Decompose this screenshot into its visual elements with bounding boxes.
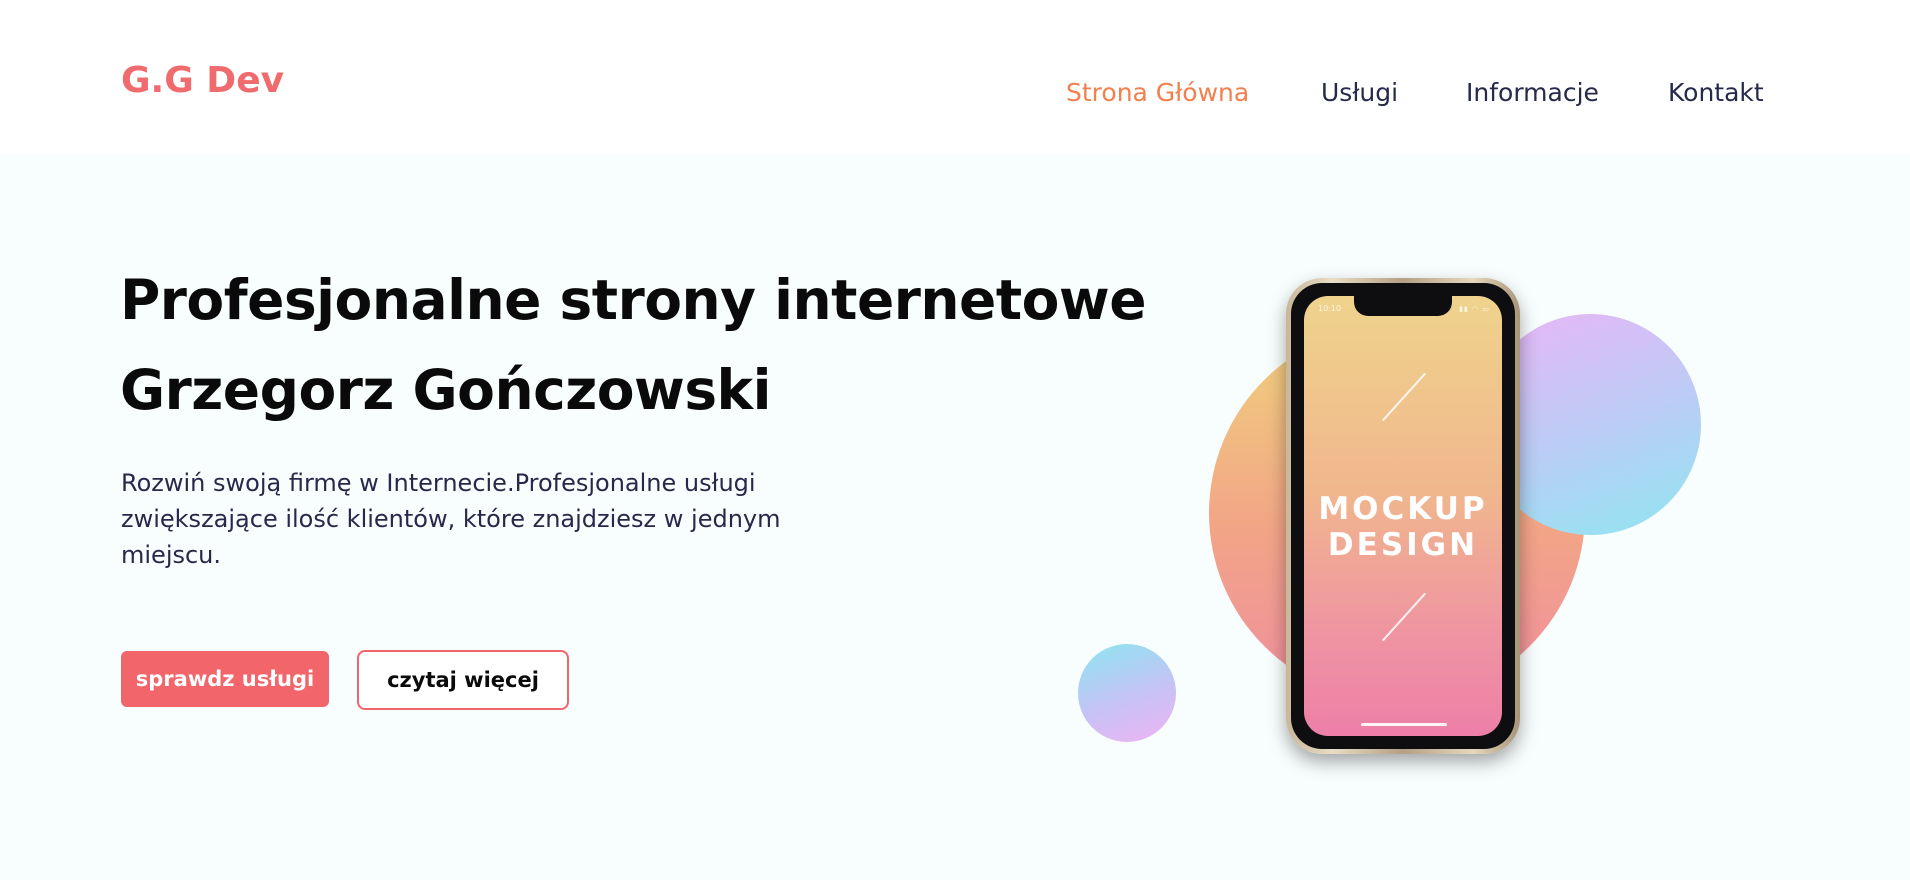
- hero-title-line2: Grzegorz Gończowski: [120, 358, 771, 422]
- mockup-text-line2: DESIGN: [1327, 527, 1479, 563]
- home-indicator: [1361, 723, 1447, 726]
- nav-item-contact[interactable]: Kontakt: [1668, 78, 1764, 107]
- status-icons: ▮▮ ◠ ▭: [1459, 305, 1490, 313]
- screen-glare-bottom: [1381, 592, 1427, 642]
- decorative-circle-small: [1078, 644, 1176, 742]
- phone-mockup: 10:10 ▮▮ ◠ ▭ MOCKUP DESIGN: [1286, 278, 1520, 754]
- logo[interactable]: G.G Dev: [121, 60, 284, 101]
- screen-glare-top: [1381, 372, 1427, 422]
- phone-bezel: 10:10 ▮▮ ◠ ▭ MOCKUP DESIGN: [1291, 283, 1515, 749]
- mockup-text-line1: MOCKUP: [1318, 491, 1488, 527]
- status-time: 10:10: [1318, 304, 1342, 313]
- header-bar: G.G Dev Strona Główna Usługi Informacje …: [0, 0, 1910, 155]
- read-more-button[interactable]: czytaj więcej: [357, 650, 569, 710]
- nav-item-home[interactable]: Strona Główna: [1066, 78, 1249, 107]
- page: G.G Dev Strona Główna Usługi Informacje …: [0, 0, 1910, 880]
- phone-screen: 10:10 ▮▮ ◠ ▭ MOCKUP DESIGN: [1304, 296, 1502, 736]
- hero-title-line1: Profesjonalne strony internetowe: [120, 268, 1147, 332]
- nav-item-info[interactable]: Informacje: [1466, 78, 1599, 107]
- nav-item-services[interactable]: Usługi: [1321, 78, 1398, 107]
- check-services-button[interactable]: sprawdz usługi: [121, 651, 329, 707]
- phone-notch: [1354, 296, 1452, 316]
- hero-description: Rozwiń swoją firmę w Internecie.Profesjo…: [121, 469, 781, 569]
